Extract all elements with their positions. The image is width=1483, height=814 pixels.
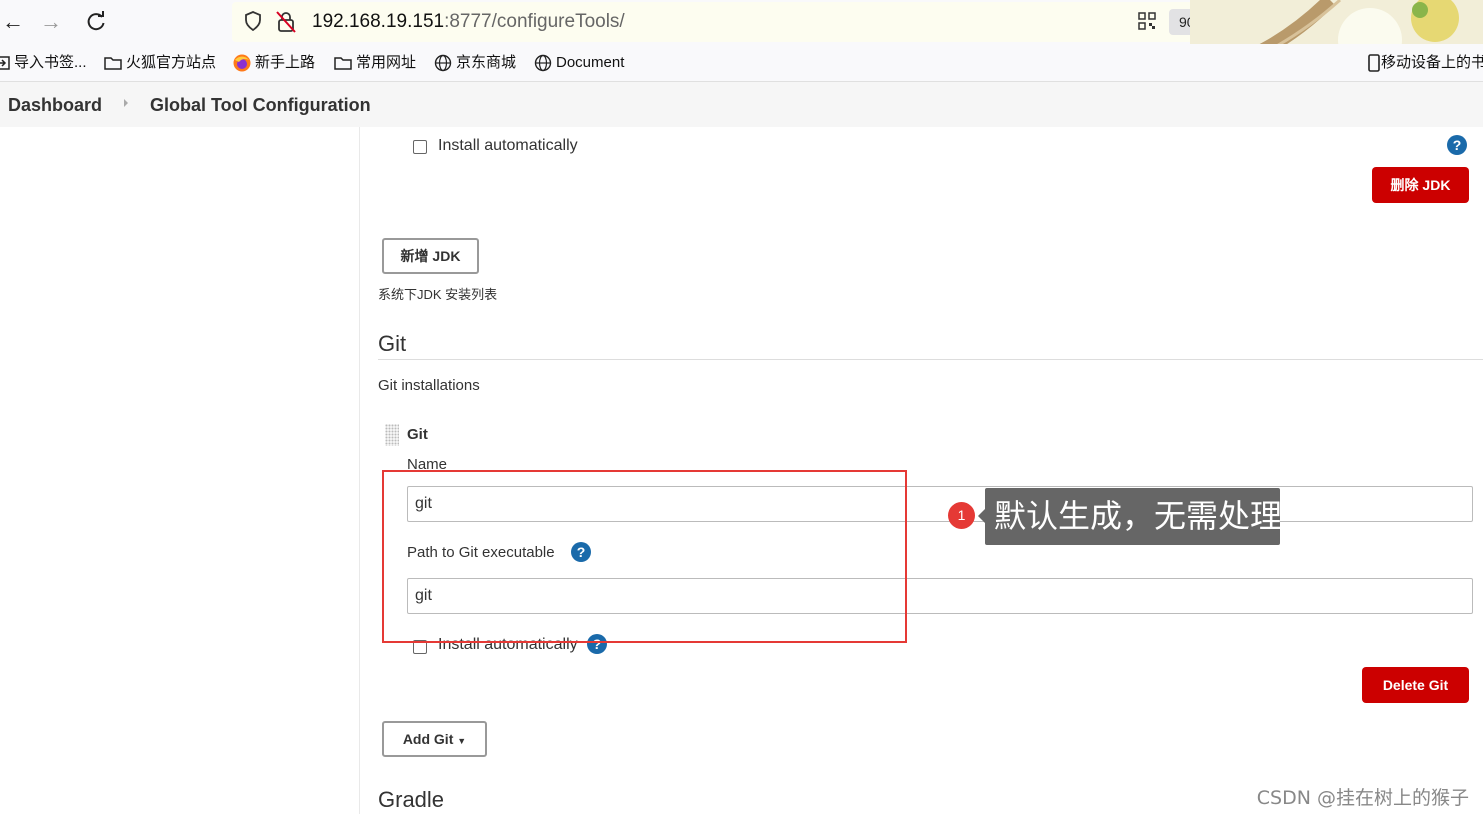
bookmark-item-firefox-site[interactable]: 火狐官方站点 — [104, 53, 216, 73]
bookmark-item-document[interactable]: Document — [534, 53, 624, 73]
git-installations-label: Git installations — [378, 377, 480, 394]
delete-git-button[interactable]: Delete Git — [1362, 667, 1469, 703]
insecure-lock-icon[interactable] — [276, 11, 296, 33]
bookmark-item-import[interactable]: 导入书签... — [0, 53, 87, 73]
back-arrow-icon[interactable]: ← — [0, 8, 26, 36]
url-text[interactable]: 192.168.19.151:8777/configureTools/ — [312, 11, 625, 33]
browser-toolbar: ← → 192.168.19.151:8777/configureTools/ … — [0, 0, 1483, 82]
watermark: CSDN @挂在树上的猴子 — [1256, 787, 1469, 809]
breadcrumb-dashboard[interactable]: Dashboard — [8, 95, 102, 116]
git-section-divider — [378, 359, 1483, 360]
git-item-title: Git — [407, 426, 428, 443]
bookmarks-bar: 导入书签... 火狐官方站点 新手上路 常用网址 京东商城 Document 移… — [0, 44, 1483, 82]
drag-handle-icon[interactable] — [385, 424, 399, 446]
import-icon — [0, 56, 10, 70]
bookmark-item-getting-started[interactable]: 新手上路 — [233, 53, 315, 73]
annotation-number-badge: 1 — [948, 502, 975, 529]
forward-arrow-icon[interactable]: → — [38, 8, 64, 36]
breadcrumb-separator-icon — [124, 99, 128, 107]
add-jdk-button[interactable]: 新增 JDK — [382, 238, 479, 274]
annotation-callout: 默认生成，无需处理 — [978, 488, 1282, 545]
git-section-title: Git — [378, 331, 407, 356]
address-bar[interactable]: 192.168.19.151:8777/configureTools/ 90% … — [232, 2, 1262, 42]
dropdown-caret-icon: ▼ — [457, 736, 467, 746]
breadcrumb: Dashboard Global Tool Configuration — [0, 82, 1483, 127]
annotation-highlight-box — [382, 470, 907, 643]
bookmark-item-jd[interactable]: 京东商城 — [434, 53, 516, 73]
qr-code-icon[interactable] — [1138, 12, 1156, 30]
add-git-button[interactable]: Add Git ▼ — [382, 721, 487, 757]
jdk-help-icon[interactable]: ? — [1447, 135, 1467, 155]
globe-icon — [434, 54, 452, 72]
reload-icon[interactable] — [83, 8, 109, 36]
jdk-list-description: 系统下JDK 安装列表 — [378, 287, 498, 302]
bookmark-item-mobile[interactable]: 移动设备上的书 — [1368, 53, 1483, 73]
gradle-section-title: Gradle — [378, 787, 445, 812]
mobile-icon — [1368, 54, 1380, 72]
jdk-install-automatically-label: Install automatically — [438, 137, 578, 154]
sidebar — [0, 127, 360, 814]
firefox-icon — [233, 54, 251, 72]
shield-icon[interactable] — [244, 11, 262, 31]
bookmark-item-common-sites[interactable]: 常用网址 — [334, 53, 416, 73]
folder-icon — [334, 57, 352, 70]
jdk-install-automatically-checkbox[interactable] — [413, 140, 427, 154]
delete-jdk-button[interactable]: 删除 JDK — [1372, 167, 1469, 203]
breadcrumb-current[interactable]: Global Tool Configuration — [150, 95, 371, 116]
folder-icon — [104, 57, 122, 70]
globe-icon — [534, 54, 552, 72]
